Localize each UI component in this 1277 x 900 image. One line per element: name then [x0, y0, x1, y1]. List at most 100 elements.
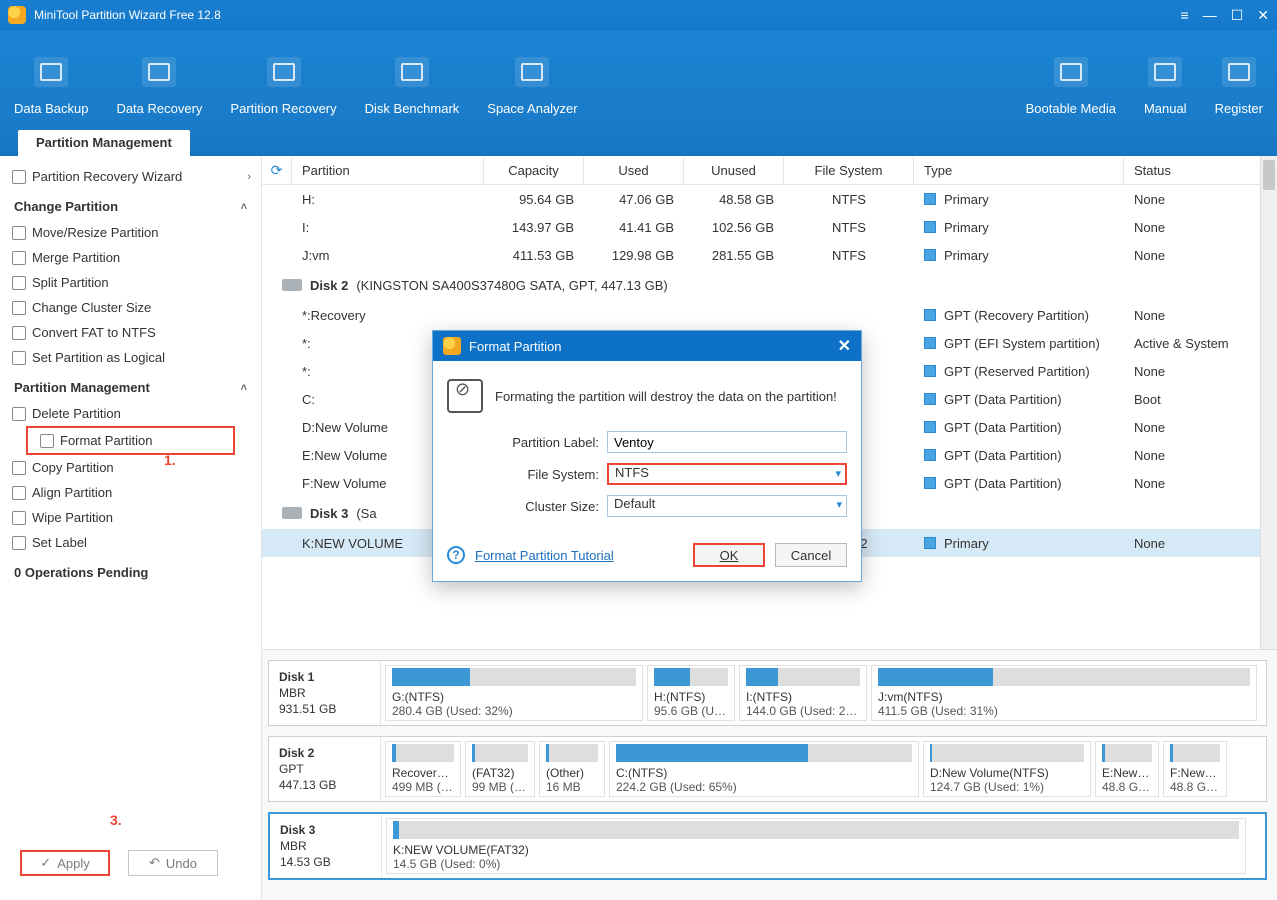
partition-row[interactable]: H:95.64 GB47.06 GB48.58 GBNTFSPrimaryNon… — [262, 185, 1277, 213]
disk-map[interactable]: Disk 2GPT447.13 GBRecovery(NTFS)499 MB (… — [268, 736, 1267, 802]
partition-box[interactable]: C:(NTFS)224.2 GB (Used: 65%) — [609, 741, 919, 797]
sidebar-item-wipe-partition[interactable]: Wipe Partition — [0, 505, 261, 530]
partition-box[interactable]: I:(NTFS)144.0 GB (Used: 28%) — [739, 665, 867, 721]
action-icon — [12, 536, 26, 550]
disk-header[interactable]: Disk 2(KINGSTON SA400S37480G SATA, GPT, … — [262, 269, 1277, 301]
type-color-icon — [924, 337, 936, 349]
action-icon — [12, 301, 26, 315]
partition-box[interactable]: G:(NTFS)280.4 GB (Used: 32%) — [385, 665, 643, 721]
disk-meta: Disk 1MBR931.51 GB — [269, 661, 381, 725]
tool-data-backup[interactable]: Data Backup — [0, 57, 102, 130]
partition-label-input[interactable] — [607, 431, 847, 453]
sidebar-item-merge-partition[interactable]: Merge Partition — [0, 245, 261, 270]
disk-meta: Disk 2GPT447.13 GB — [269, 737, 381, 801]
partition-row[interactable]: I:143.97 GB41.41 GB102.56 GBNTFSPrimaryN… — [262, 213, 1277, 241]
partition-box[interactable]: F:New Vol48.8 GB (U — [1163, 741, 1227, 797]
col-partition[interactable]: Partition — [292, 156, 484, 184]
register-icon — [1222, 57, 1256, 87]
partition-box[interactable]: H:(NTFS)95.6 GB (Used: 49%) — [647, 665, 735, 721]
sidebar-group-partition-management[interactable]: Partition Management˄ — [0, 370, 261, 401]
sidebar-group-change-partition[interactable]: Change Partition˄ — [0, 189, 261, 220]
sidebar-item-move-resize-partition[interactable]: Move/Resize Partition — [0, 220, 261, 245]
tool-manual[interactable]: Manual — [1130, 57, 1201, 130]
partition-box[interactable]: J:vm(NTFS)411.5 GB (Used: 31%) — [871, 665, 1257, 721]
dialog-title: Format Partition — [469, 339, 561, 354]
type-color-icon — [924, 193, 936, 205]
vertical-scrollbar[interactable] — [1260, 156, 1277, 649]
titlebar: MiniTool Partition Wizard Free 12.8 ≡ — … — [0, 0, 1277, 30]
col-status[interactable]: Status — [1124, 156, 1277, 184]
sidebar-item-set-label[interactable]: Set Label — [0, 530, 261, 555]
sidebar-item-copy-partition[interactable]: Copy Partition — [0, 455, 261, 480]
warning-icon — [447, 379, 483, 413]
dialog-titlebar: Format Partition ✕ — [433, 331, 861, 361]
filesystem-select[interactable]: NTFS — [607, 463, 847, 485]
ok-button[interactable]: OK — [693, 543, 765, 567]
help-icon[interactable]: ? — [447, 546, 465, 564]
tool-disk-benchmark[interactable]: Disk Benchmark — [351, 57, 474, 130]
disk-icon — [282, 279, 302, 291]
sidebar-item-align-partition[interactable]: Align Partition — [0, 480, 261, 505]
tool-space-analyzer[interactable]: Space Analyzer — [473, 57, 591, 130]
sidebar-item-convert-fat-to-ntfs[interactable]: Convert FAT to NTFS — [0, 320, 261, 345]
sidebar-partition-recovery-wizard[interactable]: Partition Recovery Wizard› — [0, 164, 261, 189]
minimize-button[interactable]: — — [1203, 7, 1217, 24]
sidebar-item-set-partition-as-logical[interactable]: Set Partition as Logical — [0, 345, 261, 370]
undo-button[interactable]: ↶Undo — [128, 850, 218, 876]
cancel-button[interactable]: Cancel — [775, 543, 847, 567]
main-toolbar: Data Backup Data Recovery Partition Reco… — [0, 30, 1277, 130]
col-type[interactable]: Type — [914, 156, 1124, 184]
disk-map-panel: Disk 1MBR931.51 GBG:(NTFS)280.4 GB (Used… — [262, 649, 1277, 900]
partition-box[interactable]: D:New Volume(NTFS)124.7 GB (Used: 1%) — [923, 741, 1091, 797]
partition-box[interactable]: Recovery(NTFS)499 MB (Used: 6%) — [385, 741, 461, 797]
partition-box[interactable]: (Other)16 MB — [539, 741, 605, 797]
app-logo-icon — [8, 6, 26, 24]
sidebar-item-format-partition[interactable]: Format Partition — [26, 426, 235, 455]
type-color-icon — [924, 249, 936, 261]
sidebar-item-delete-partition[interactable]: Delete Partition — [0, 401, 261, 426]
action-icon — [12, 226, 26, 240]
partition-row[interactable]: J:vm411.53 GB129.98 GB281.55 GBNTFSPrima… — [262, 241, 1277, 269]
tool-data-recovery[interactable]: Data Recovery — [102, 57, 216, 130]
bootable-icon — [1054, 57, 1088, 87]
tool-register[interactable]: Register — [1201, 57, 1277, 130]
disk-map[interactable]: Disk 1MBR931.51 GBG:(NTFS)280.4 GB (Used… — [268, 660, 1267, 726]
sidebar-item-split-partition[interactable]: Split Partition — [0, 270, 261, 295]
dialog-close-button[interactable]: ✕ — [838, 336, 851, 356]
action-icon — [12, 407, 26, 421]
partition-label-label: Partition Label: — [447, 435, 607, 450]
disk-map[interactable]: Disk 3MBR14.53 GBK:NEW VOLUME(FAT32)14.5… — [268, 812, 1267, 880]
col-unused[interactable]: Unused — [684, 156, 784, 184]
tool-partition-recovery[interactable]: Partition Recovery — [216, 57, 350, 130]
partition-row[interactable]: *:RecoveryGPT (Recovery Partition)None — [262, 301, 1277, 329]
filesystem-label: File System: — [447, 467, 607, 482]
format-partition-dialog: Format Partition ✕ Formating the partiti… — [432, 330, 862, 582]
cluster-size-select[interactable]: Default — [607, 495, 847, 517]
tab-row: Partition Management — [0, 130, 1277, 156]
col-filesystem[interactable]: File System — [784, 156, 914, 184]
type-color-icon — [924, 421, 936, 433]
benchmark-icon — [395, 57, 429, 87]
partition-box[interactable]: (FAT32)99 MB (Used: 6%) — [465, 741, 535, 797]
tool-bootable-media[interactable]: Bootable Media — [1012, 57, 1130, 130]
sidebar-item-change-cluster-size[interactable]: Change Cluster Size — [0, 295, 261, 320]
disk-meta: Disk 3MBR14.53 GB — [270, 814, 382, 878]
close-button[interactable]: ✕ — [1257, 7, 1269, 24]
refresh-button[interactable]: ⟳ — [262, 156, 292, 184]
col-used[interactable]: Used — [584, 156, 684, 184]
window-title: MiniTool Partition Wizard Free 12.8 — [34, 8, 1181, 22]
sidebar: Partition Recovery Wizard› Change Partit… — [0, 156, 262, 900]
tab-partition-management[interactable]: Partition Management — [18, 130, 190, 156]
maximize-button[interactable]: ☐ — [1231, 7, 1244, 24]
annotation-3: 3. — [110, 812, 122, 828]
menu-icon[interactable]: ≡ — [1181, 7, 1189, 24]
cluster-size-label: Cluster Size: — [447, 499, 607, 514]
col-capacity[interactable]: Capacity — [484, 156, 584, 184]
partition-box[interactable]: E:New Vol48.8 GB (U — [1095, 741, 1159, 797]
partition-recovery-icon — [267, 57, 301, 87]
action-icon — [12, 511, 26, 525]
apply-button[interactable]: ✓Apply — [20, 850, 110, 876]
partition-box[interactable]: K:NEW VOLUME(FAT32)14.5 GB (Used: 0%) — [386, 818, 1246, 874]
tutorial-link[interactable]: Format Partition Tutorial — [475, 548, 614, 563]
type-color-icon — [924, 221, 936, 233]
